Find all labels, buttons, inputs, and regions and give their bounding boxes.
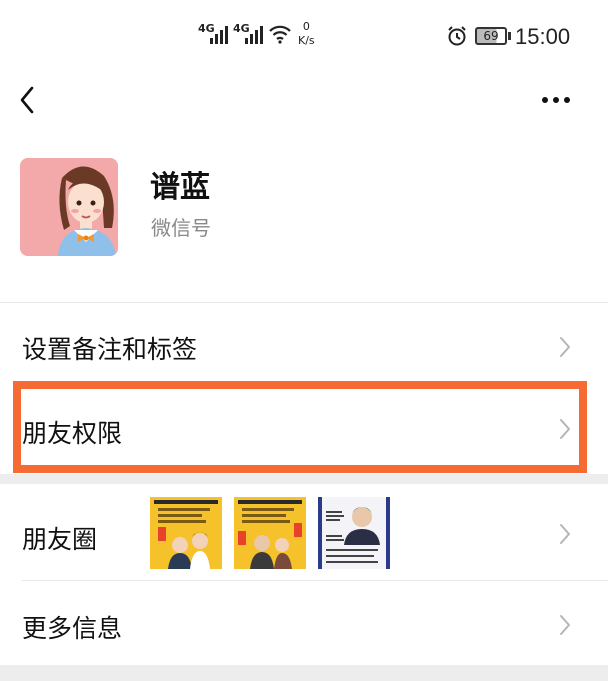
highlight-box: [13, 381, 587, 473]
signal-icon-1: [210, 26, 228, 44]
chevron-right-icon: [560, 524, 570, 544]
status-bar: 4G 4G 0 K/s 69 15:00: [0, 0, 608, 72]
moments-thumbnail[interactable]: [318, 497, 390, 569]
moments-thumbnail-image: [150, 497, 222, 569]
section-gap: [0, 665, 608, 681]
nickname: 谱蓝: [150, 170, 210, 205]
profile-header: plan 谱蓝 微信号: [0, 150, 608, 300]
moments-thumbnail[interactable]: [150, 497, 222, 569]
more-dots-icon: [542, 97, 548, 103]
set-remark-tags-row[interactable]: 设置备注和标签: [0, 303, 608, 381]
chevron-left-icon: [20, 86, 34, 114]
nav-bar: [0, 72, 608, 132]
signal-icon-2: [245, 26, 263, 44]
more-button[interactable]: [534, 84, 578, 116]
more-info-label: 更多信息: [22, 614, 123, 643]
section-gap: [0, 474, 608, 484]
speed-value: 0: [302, 20, 310, 33]
moments-thumbnail-image: [318, 497, 390, 569]
moments-thumbnail[interactable]: [234, 497, 306, 569]
battery-indicator: 69: [475, 27, 507, 45]
wechat-id-label: 微信号: [151, 216, 211, 240]
avatar-illustration: plan: [20, 158, 118, 256]
chevron-right-icon: [560, 337, 570, 357]
moments-label: 朋友圈: [22, 525, 98, 554]
moments-thumbnail-image: [234, 497, 306, 569]
chevron-right-icon: [560, 615, 570, 635]
speed-unit: K/s: [298, 34, 315, 47]
more-info-row[interactable]: 更多信息: [0, 581, 608, 665]
wifi-icon: [269, 25, 291, 44]
status-time: 15:00: [515, 24, 571, 49]
alarm-icon: [448, 26, 466, 46]
battery-tip: [508, 32, 511, 40]
back-button[interactable]: [10, 80, 50, 120]
network-speed: 0 K/s: [298, 20, 315, 48]
avatar[interactable]: plan: [20, 158, 118, 256]
set-remark-tags-label: 设置备注和标签: [22, 335, 198, 364]
